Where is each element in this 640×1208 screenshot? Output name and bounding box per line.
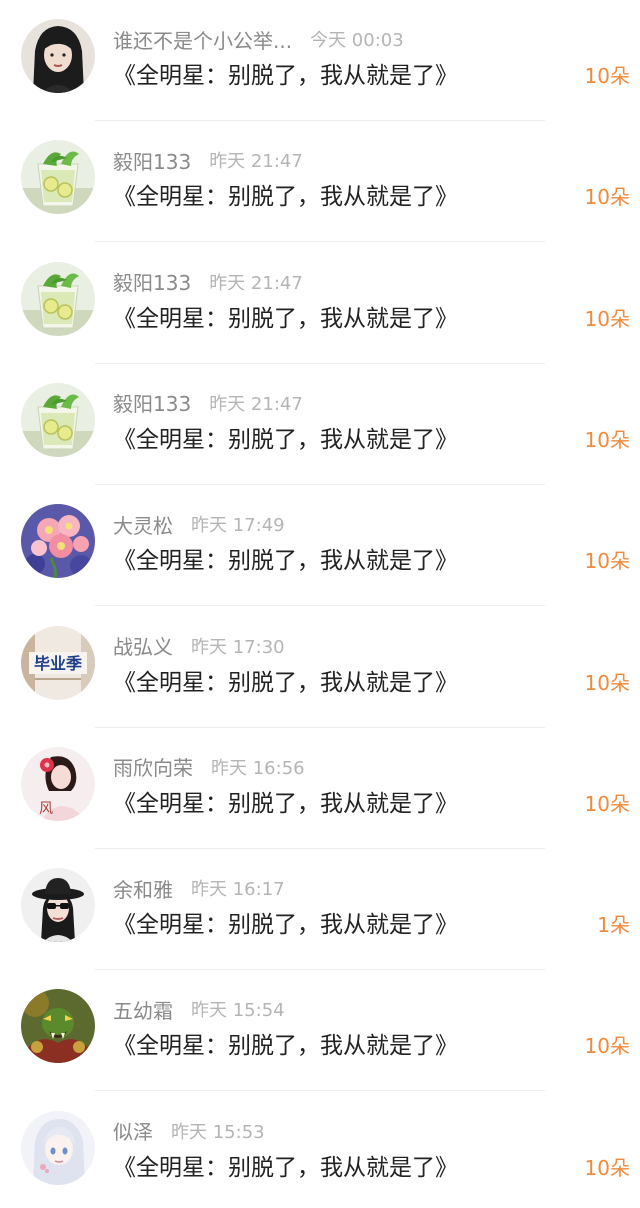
timestamp: 昨天 16:17 bbox=[191, 879, 285, 901]
avatar[interactable] bbox=[21, 140, 95, 215]
gift-list: 谁还不是个小公举... 今天 00:03 《全明星：别脱了，我从就是了》 10朵 毅阳… bbox=[0, 0, 640, 1208]
svg-text:风: 风 bbox=[39, 801, 53, 817]
list-item-meta: 毅阳133 昨天 21:47 bbox=[113, 145, 303, 175]
book-title[interactable]: 《全明星：别脱了，我从就是了》 bbox=[113, 1148, 458, 1182]
flower-count: 10朵 bbox=[584, 791, 630, 816]
list-item[interactable]: 风 雨欣向荣 昨天 16:56 《全明星：别脱了，我从就是了》 10朵 bbox=[0, 728, 640, 849]
user-name[interactable]: 雨欣向荣 bbox=[113, 752, 193, 781]
user-name[interactable]: 战弘义 bbox=[113, 631, 173, 660]
list-item[interactable]: 大灵松 昨天 17:49 《全明星：别脱了，我从就是了》 10朵 bbox=[0, 485, 640, 607]
avatar[interactable] bbox=[21, 1110, 95, 1185]
timestamp: 今天 00:03 bbox=[310, 30, 404, 51]
avatar[interactable] bbox=[21, 989, 95, 1064]
avatar[interactable] bbox=[21, 382, 95, 457]
timestamp: 昨天 21:47 bbox=[209, 393, 303, 415]
user-name[interactable]: 毅阳133 bbox=[113, 388, 191, 417]
timestamp: 昨天 17:30 bbox=[191, 636, 285, 658]
list-item-meta: 谁还不是个小公举... 今天 00:03 bbox=[113, 24, 404, 54]
list-item-meta: 大灵松 昨天 17:49 bbox=[113, 509, 285, 539]
list-item-meta: 毅阳133 昨天 21:47 bbox=[113, 388, 303, 418]
timestamp: 昨天 17:49 bbox=[191, 515, 285, 537]
flower-count: 1朵 bbox=[597, 913, 630, 938]
user-name[interactable]: 谁还不是个小公举... bbox=[113, 25, 292, 54]
flower-count: 10朵 bbox=[584, 306, 630, 331]
avatar[interactable] bbox=[21, 19, 95, 93]
list-item-meta: 战弘义 昨天 17:30 bbox=[113, 631, 285, 661]
book-title[interactable]: 《全明星：别脱了，我从就是了》 bbox=[113, 541, 458, 575]
user-name[interactable]: 毅阳133 bbox=[113, 146, 191, 175]
book-title[interactable]: 《全明星：别脱了，我从就是了》 bbox=[113, 905, 458, 939]
list-item[interactable]: 余和雅 昨天 16:17 《全明星：别脱了，我从就是了》 1朵 bbox=[0, 849, 640, 971]
flower-count: 10朵 bbox=[584, 185, 630, 210]
user-name[interactable]: 余和雅 bbox=[113, 874, 173, 903]
avatar[interactable] bbox=[21, 261, 95, 336]
list-item-meta: 五幼霜 昨天 15:54 bbox=[113, 994, 285, 1024]
book-title[interactable]: 《全明星：别脱了，我从就是了》 bbox=[113, 56, 458, 90]
flower-count: 10朵 bbox=[584, 549, 630, 574]
flower-count: 10朵 bbox=[584, 1155, 630, 1180]
avatar[interactable]: 风 bbox=[21, 746, 95, 821]
list-item-meta: 毅阳133 昨天 21:47 bbox=[113, 267, 303, 297]
list-item[interactable]: 似泽 昨天 15:53 《全明星：别脱了，我从就是了》 10朵 bbox=[0, 1092, 640, 1208]
flower-count: 10朵 bbox=[584, 427, 630, 452]
book-title[interactable]: 《全明星：别脱了，我从就是了》 bbox=[113, 420, 458, 454]
flower-count: 10朵 bbox=[584, 64, 630, 88]
avatar[interactable]: 毕业季 bbox=[21, 625, 95, 700]
user-name[interactable]: 毅阳133 bbox=[113, 267, 191, 296]
user-name[interactable]: 大灵松 bbox=[113, 510, 173, 539]
list-item[interactable]: 五幼霜 昨天 15:54 《全明星：别脱了，我从就是了》 10朵 bbox=[0, 970, 640, 1092]
timestamp: 昨天 16:56 bbox=[211, 757, 305, 779]
list-item[interactable]: 谁还不是个小公举... 今天 00:03 《全明星：别脱了，我从就是了》 10朵 bbox=[0, 0, 640, 121]
svg-text:毕业季: 毕业季 bbox=[34, 654, 83, 673]
timestamp: 昨天 15:54 bbox=[191, 1000, 285, 1022]
user-name[interactable]: 似泽 bbox=[113, 1116, 153, 1145]
timestamp: 昨天 21:47 bbox=[209, 272, 303, 294]
avatar[interactable] bbox=[21, 868, 95, 943]
book-title[interactable]: 《全明星：别脱了，我从就是了》 bbox=[113, 784, 458, 818]
book-title[interactable]: 《全明星：别脱了，我从就是了》 bbox=[113, 663, 458, 697]
book-title[interactable]: 《全明星：别脱了，我从就是了》 bbox=[113, 1026, 458, 1060]
flower-count: 10朵 bbox=[584, 1034, 630, 1059]
user-name[interactable]: 五幼霜 bbox=[113, 995, 173, 1024]
list-item[interactable]: 毕业季 战弘义 昨天 17:30 《全明星：别脱了，我从就是了》 10朵 bbox=[0, 607, 640, 728]
list-item-meta: 雨欣向荣 昨天 16:56 bbox=[113, 752, 305, 782]
list-item[interactable]: 毅阳133 昨天 21:47 《全明星：别脱了，我从就是了》 10朵 bbox=[0, 243, 640, 364]
list-item[interactable]: 毅阳133 昨天 21:47 《全明星：别脱了，我从就是了》 10朵 bbox=[0, 364, 640, 485]
book-title[interactable]: 《全明星：别脱了，我从就是了》 bbox=[113, 299, 458, 333]
avatar[interactable] bbox=[21, 504, 95, 579]
timestamp: 昨天 15:53 bbox=[171, 1121, 265, 1143]
list-item-meta: 似泽 昨天 15:53 bbox=[113, 1116, 265, 1146]
list-item[interactable]: 毅阳133 昨天 21:47 《全明星：别脱了，我从就是了》 10朵 bbox=[0, 121, 640, 243]
list-item-meta: 余和雅 昨天 16:17 bbox=[113, 873, 285, 903]
timestamp: 昨天 21:47 bbox=[209, 151, 303, 173]
flower-count: 10朵 bbox=[584, 670, 630, 695]
book-title[interactable]: 《全明星：别脱了，我从就是了》 bbox=[113, 177, 458, 211]
